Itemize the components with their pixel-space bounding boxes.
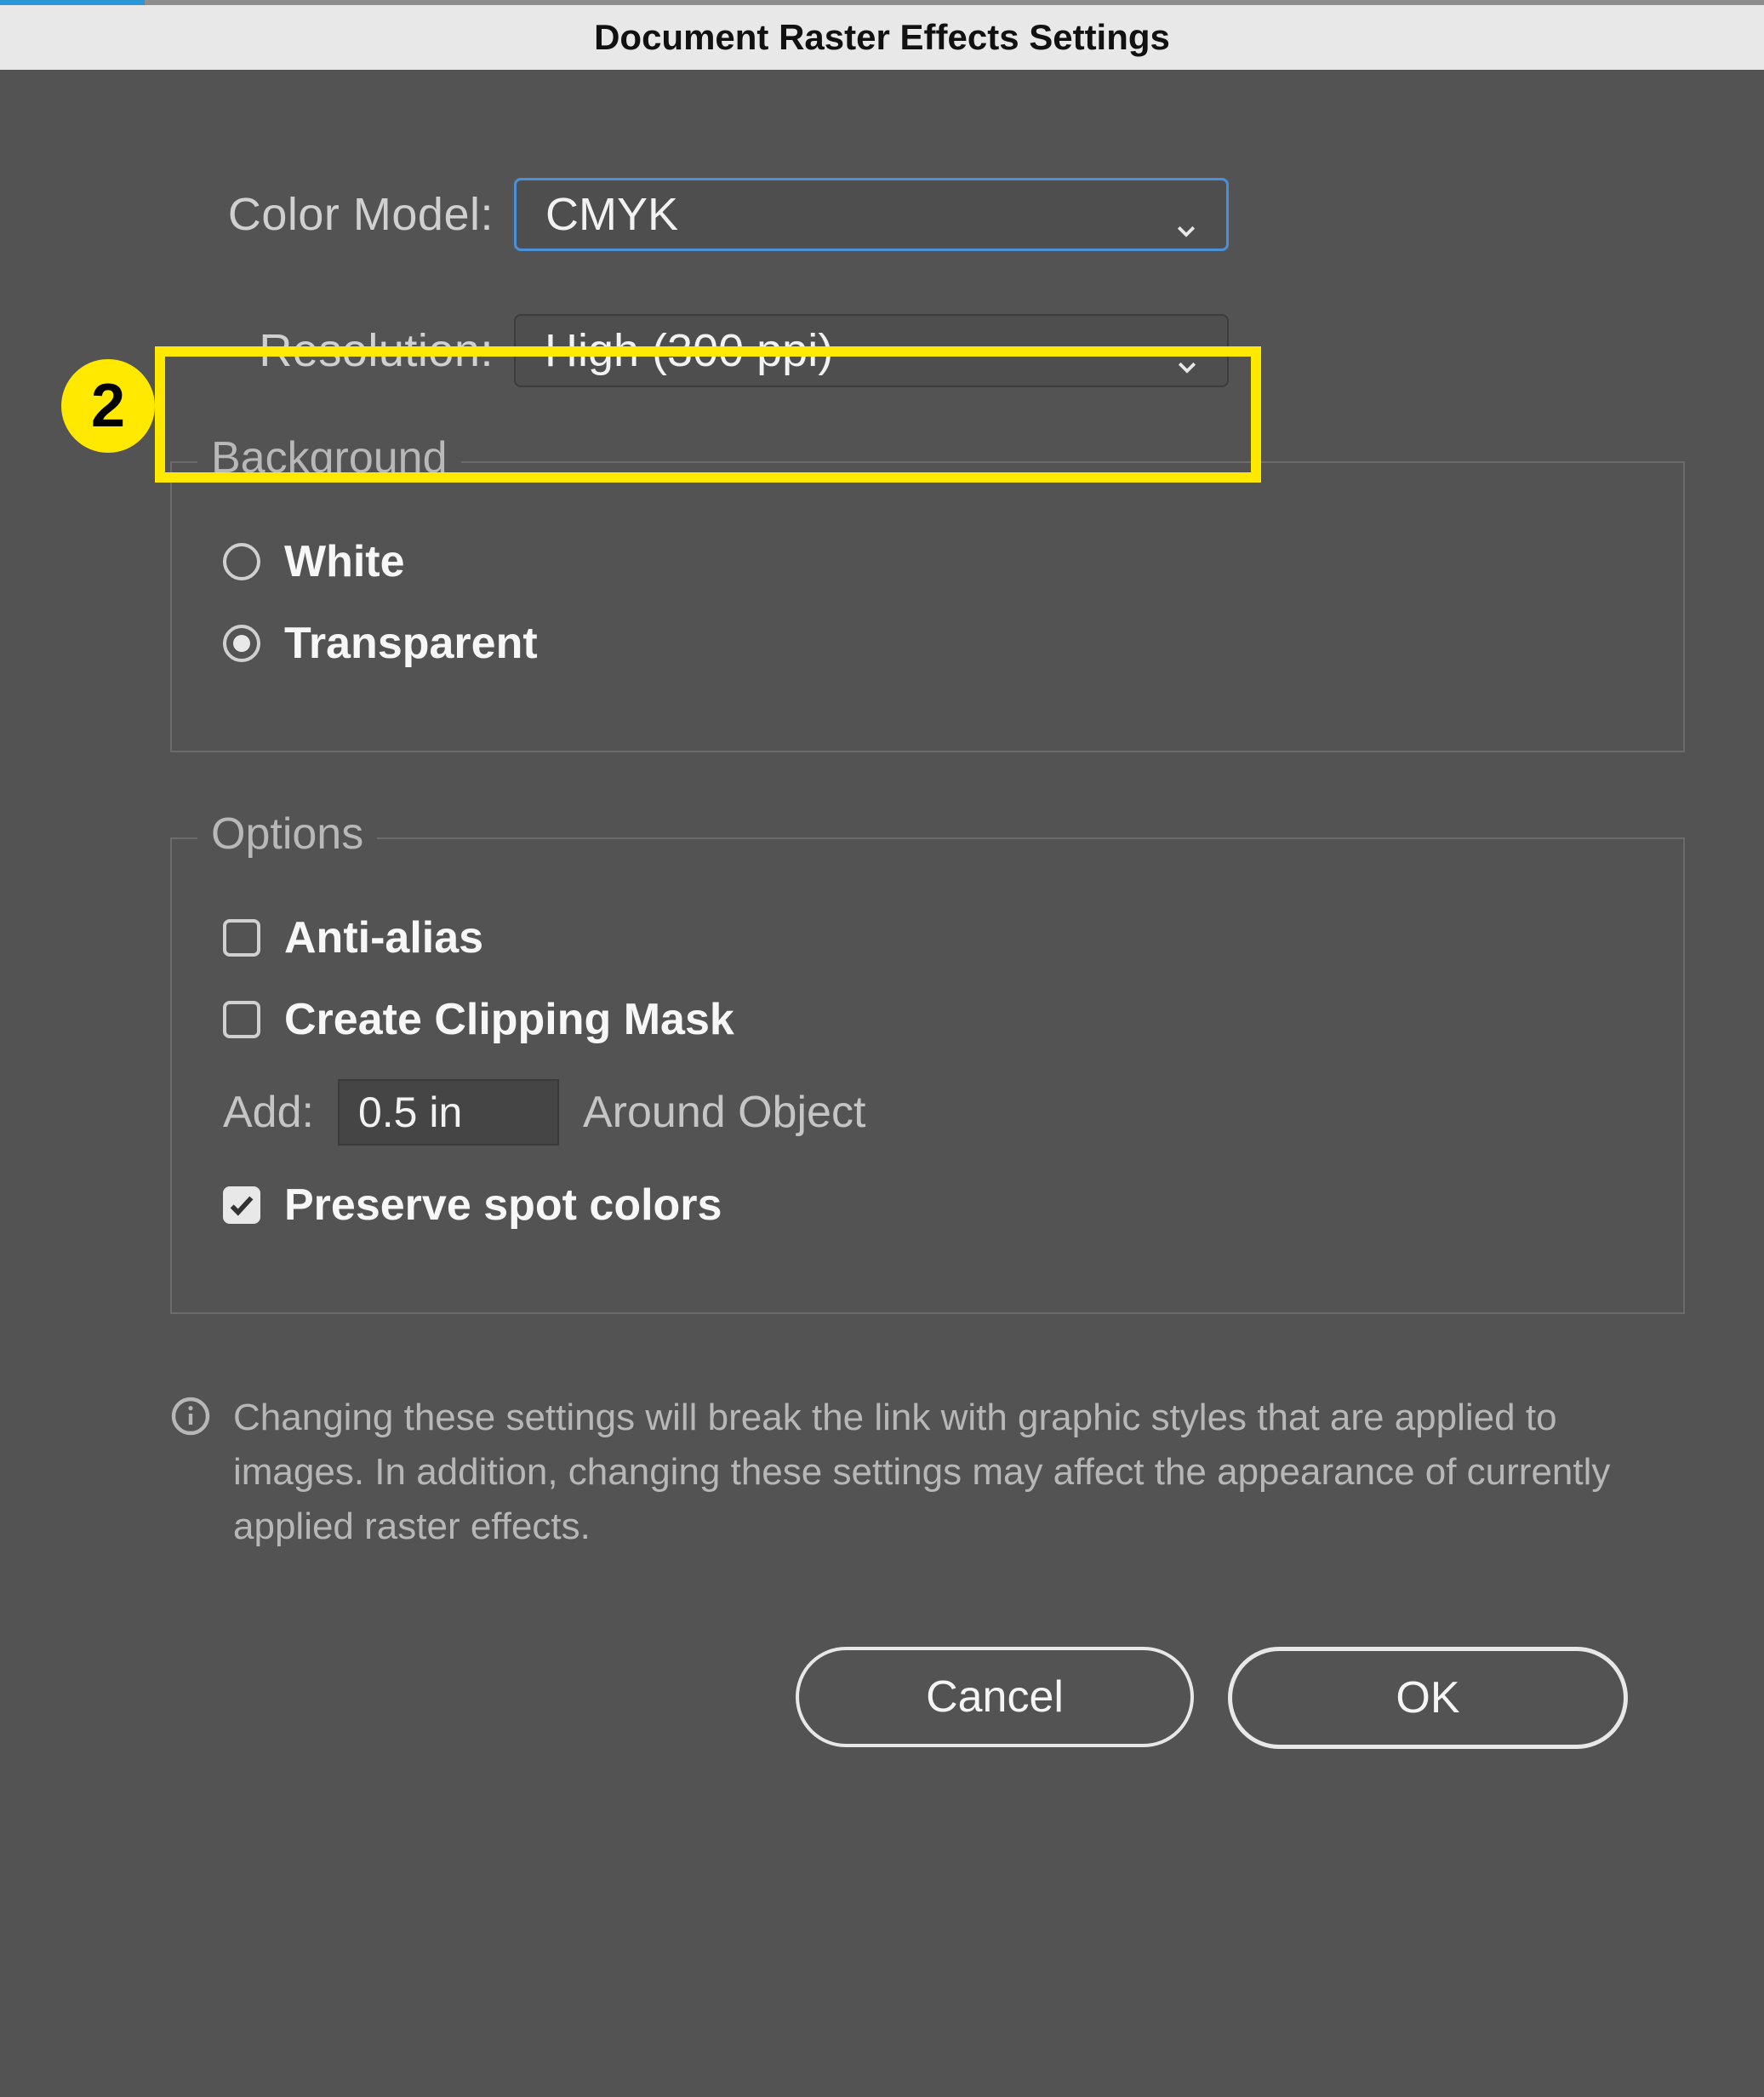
info-note: Changing these settings will break the l… bbox=[170, 1391, 1685, 1553]
step-annotation-badge: 2 bbox=[61, 359, 155, 453]
preserve-spot-option[interactable]: Preserve spot colors bbox=[223, 1180, 1649, 1231]
step-annotation-number: 2 bbox=[91, 371, 125, 441]
cancel-button[interactable]: Cancel bbox=[796, 1647, 1194, 1747]
color-model-select[interactable]: CMYK bbox=[514, 178, 1229, 251]
color-model-row: Color Model: CMYK bbox=[68, 172, 1696, 257]
add-suffix: Around Object bbox=[583, 1087, 865, 1138]
background-white-label: White bbox=[284, 536, 405, 587]
info-note-text: Changing these settings will break the l… bbox=[233, 1391, 1685, 1553]
background-group: Background White Transparent bbox=[170, 461, 1685, 752]
background-transparent-label: Transparent bbox=[284, 618, 538, 669]
preserve-spot-label: Preserve spot colors bbox=[284, 1180, 722, 1231]
clipping-mask-option[interactable]: Create Clipping Mask bbox=[223, 994, 1649, 1045]
color-model-value: CMYK bbox=[545, 188, 678, 241]
clipping-mask-label: Create Clipping Mask bbox=[284, 994, 734, 1045]
background-white-option[interactable]: White bbox=[223, 536, 1649, 587]
options-legend: Options bbox=[197, 809, 377, 860]
background-legend: Background bbox=[197, 432, 461, 483]
resolution-value: High (300 ppi) bbox=[545, 324, 833, 377]
dialog-titlebar: Document Raster Effects Settings bbox=[0, 0, 1764, 70]
radio-selected-icon bbox=[223, 625, 260, 662]
anti-alias-option[interactable]: Anti-alias bbox=[223, 912, 1649, 963]
cancel-button-label: Cancel bbox=[926, 1671, 1064, 1723]
ok-button-label: OK bbox=[1396, 1672, 1459, 1723]
color-model-label: Color Model: bbox=[68, 188, 514, 241]
chevron-down-icon bbox=[1173, 202, 1199, 227]
add-input[interactable]: 0.5 in bbox=[338, 1079, 559, 1146]
info-icon bbox=[170, 1396, 211, 1437]
radio-icon bbox=[223, 543, 260, 580]
checkbox-checked-icon bbox=[223, 1186, 260, 1224]
add-prefix: Add: bbox=[223, 1087, 314, 1138]
background-transparent-option[interactable]: Transparent bbox=[223, 618, 1649, 669]
anti-alias-label: Anti-alias bbox=[284, 912, 483, 963]
ok-button[interactable]: OK bbox=[1228, 1647, 1628, 1749]
checkbox-icon bbox=[223, 919, 260, 957]
dialog-body: Color Model: CMYK 2 Resolution: High (30… bbox=[0, 70, 1764, 1817]
add-value: 0.5 in bbox=[358, 1088, 462, 1137]
chevron-down-icon bbox=[1174, 338, 1200, 363]
dialog-button-row: Cancel OK bbox=[68, 1647, 1628, 1749]
checkbox-icon bbox=[223, 1001, 260, 1038]
dialog-title: Document Raster Effects Settings bbox=[594, 17, 1170, 58]
options-group: Options Anti-alias Create Clipping Mask … bbox=[170, 837, 1685, 1314]
resolution-select[interactable]: High (300 ppi) bbox=[514, 314, 1229, 387]
resolution-row: Resolution: High (300 ppi) bbox=[68, 308, 1696, 393]
add-around-row: Add: 0.5 in Around Object bbox=[223, 1079, 1649, 1146]
